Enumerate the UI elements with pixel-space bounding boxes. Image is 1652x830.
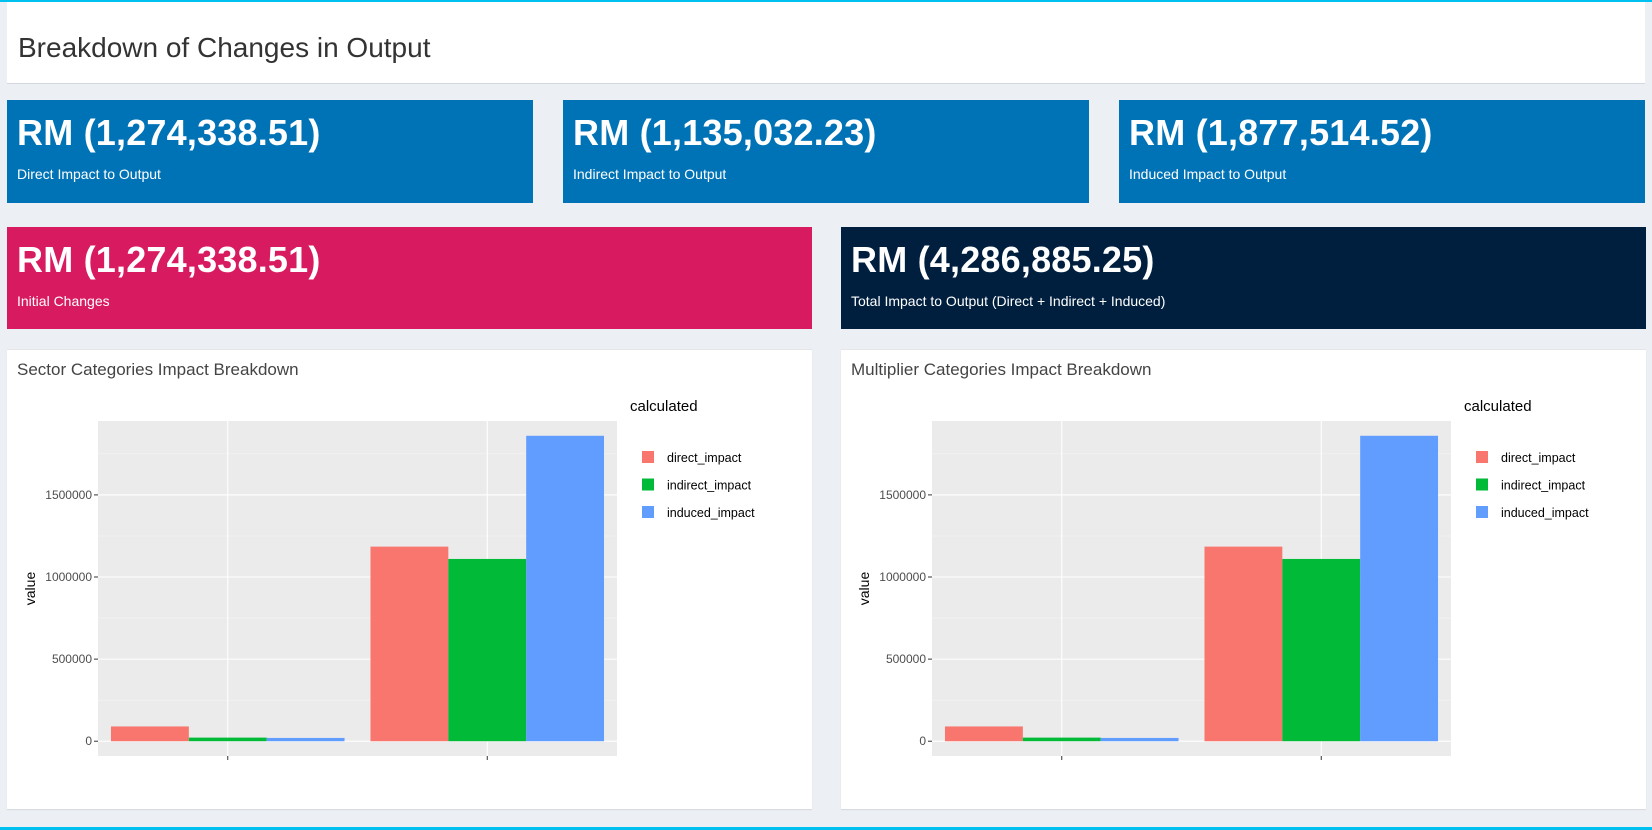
- y-tick-label: 0: [85, 734, 92, 748]
- page-title: Breakdown of Changes in Output: [18, 32, 431, 63]
- indirect-impact-valuebox: RM (1,135,032.23) Indirect Impact to Out…: [563, 100, 1089, 203]
- bar-direct_impact: [1204, 546, 1283, 742]
- legend-label: direct_impact: [1501, 451, 1576, 465]
- legend-title: calculated: [630, 398, 698, 415]
- y-tick-label: 1500000: [879, 488, 926, 502]
- legend-label: direct_impact: [667, 451, 742, 465]
- y-tick-label: 1000000: [45, 570, 92, 584]
- indirect-impact-value: RM (1,135,032.23): [573, 112, 877, 153]
- bar-indirect_impact: [1022, 737, 1101, 742]
- bar-induced_impact: [1100, 737, 1179, 742]
- sector-chart-panel: Sector Categories Impact Breakdown 0 5000…: [7, 349, 812, 809]
- bar-indirect_impact: [188, 737, 267, 742]
- total-impact-valuebox: RM (4,286,885.25) Total Impact to Output…: [841, 227, 1646, 329]
- total-impact-value: RM (4,286,885.25): [851, 239, 1155, 280]
- legend-key: [1476, 478, 1488, 491]
- sector-impact-chart: 0 500000 1000000 1500000 value calculated dire…: [22, 398, 755, 760]
- bar-indirect_impact: [1282, 558, 1361, 742]
- initial-changes-label: Initial Changes: [17, 293, 110, 309]
- bar-induced_impact: [1360, 435, 1439, 742]
- title-box: Breakdown of Changes in Output: [7, 2, 1645, 84]
- y-axis-label: value: [856, 572, 872, 606]
- initial-changes-value: RM (1,274,338.51): [17, 239, 321, 280]
- legend-key: [642, 478, 654, 491]
- legend-key: [642, 506, 654, 518]
- direct-impact-label: Direct Impact to Output: [17, 166, 161, 182]
- legend-label: indirect_impact: [667, 479, 752, 493]
- legend-key: [1476, 451, 1488, 463]
- legend-key: [1476, 506, 1488, 518]
- bar-induced_impact: [266, 737, 345, 742]
- bar-direct_impact: [944, 726, 1023, 742]
- bar-induced_impact: [526, 435, 605, 742]
- induced-impact-valuebox: RM (1,877,514.52) Induced Impact to Outp…: [1119, 100, 1645, 203]
- indirect-impact-label: Indirect Impact to Output: [573, 166, 727, 182]
- y-tick-label: 500000: [886, 652, 926, 666]
- legend-key: [642, 451, 654, 463]
- y-tick-label: 0: [919, 734, 926, 748]
- legend-label: indirect_impact: [1501, 479, 1586, 493]
- direct-impact-value: RM (1,274,338.51): [17, 112, 321, 153]
- y-tick-label: 500000: [52, 652, 92, 666]
- y-axis-label: value: [22, 572, 38, 606]
- legend-label: induced_impact: [1501, 506, 1589, 520]
- y-tick-label: 1000000: [879, 570, 926, 584]
- direct-impact-valuebox: RM (1,274,338.51) Direct Impact to Outpu…: [7, 100, 533, 203]
- multiplier-chart-panel: Multiplier Categories Impact Breakdown 0…: [841, 349, 1646, 809]
- induced-impact-label: Induced Impact to Output: [1129, 166, 1287, 182]
- bar-direct_impact: [370, 546, 449, 742]
- legend-label: induced_impact: [667, 506, 755, 520]
- y-tick-label: 1500000: [45, 488, 92, 502]
- induced-impact-value: RM (1,877,514.52): [1129, 112, 1433, 153]
- total-impact-label: Total Impact to Output (Direct + Indirec…: [851, 293, 1166, 309]
- multiplier-impact-chart: 0 500000 1000000 1500000 value calculated dire…: [856, 398, 1589, 760]
- bar-indirect_impact: [448, 558, 527, 742]
- bar-direct_impact: [110, 726, 189, 742]
- initial-changes-valuebox: RM (1,274,338.51) Initial Changes: [7, 227, 812, 329]
- legend-title: calculated: [1464, 398, 1532, 415]
